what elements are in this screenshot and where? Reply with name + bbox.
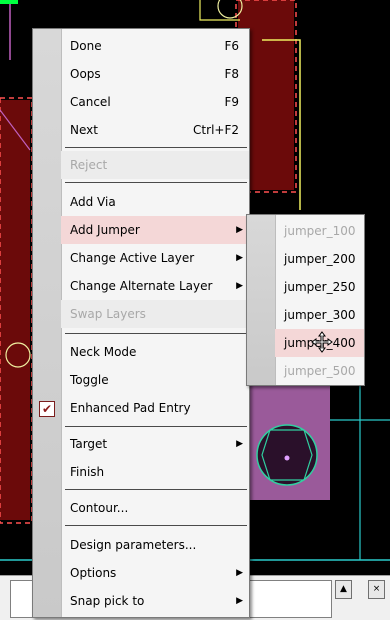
menu-item-done[interactable]: Done F6 <box>61 32 249 60</box>
menu-item-next[interactable]: Next Ctrl+F2 <box>61 116 249 144</box>
menu-item-cancel[interactable]: Cancel F9 <box>61 88 249 116</box>
menu-gutter <box>33 29 62 617</box>
menu-item-label: Add Jumper <box>70 223 140 237</box>
move-cursor-icon <box>311 331 333 353</box>
submenu-arrow-icon: ▶ <box>236 225 243 235</box>
submenu-arrow-icon: ▶ <box>236 568 243 578</box>
menu-item-label: Change Active Layer <box>70 251 195 265</box>
menu-item-finish[interactable]: Finish <box>61 458 249 486</box>
menu-separator <box>65 489 247 490</box>
context-menu: Done F6 Oops F8 Cancel F9 Next Ctrl+F2 R… <box>32 28 250 618</box>
checkmark-icon: ✔ <box>39 401 55 417</box>
submenu-item-label: jumper_250 <box>284 280 356 294</box>
menu-item-change-alternate-layer[interactable]: Change Alternate Layer ▶ <box>61 272 249 300</box>
shortcut-label: F6 <box>224 39 239 53</box>
menu-item-reject: Reject <box>61 151 249 179</box>
menu-item-toggle[interactable]: Toggle <box>61 366 249 394</box>
shortcut-label: F9 <box>224 95 239 109</box>
menu-item-label: Snap pick to <box>70 594 145 608</box>
scroll-up-button[interactable]: ▲ <box>335 580 352 599</box>
submenu-arrow-icon: ▶ <box>236 281 243 291</box>
menu-item-enhanced-pad-entry[interactable]: Enhanced Pad Entry <box>61 394 249 422</box>
up-arrow-icon: ▲ <box>340 584 347 594</box>
menu-item-label: Contour... <box>70 501 129 515</box>
menu-item-label: Target <box>70 437 108 451</box>
submenu-item-label: jumper_500 <box>284 364 356 378</box>
menu-item-label: Toggle <box>70 373 109 387</box>
menu-item-label: Next <box>70 123 98 137</box>
menu-item-add-jumper[interactable]: Add Jumper ▶ <box>61 216 249 244</box>
menu-item-label: Swap Layers <box>70 307 146 321</box>
submenu-item-jumper-200[interactable]: jumper_200 <box>275 245 364 273</box>
menu-item-label: Options <box>70 566 117 580</box>
menu-item-contour[interactable]: Contour... <box>61 494 249 522</box>
menu-separator <box>65 426 247 427</box>
menu-item-label: Oops <box>70 67 101 81</box>
submenu-arrow-icon: ▶ <box>236 253 243 263</box>
menu-separator <box>65 147 247 148</box>
submenu-item-jumper-250[interactable]: jumper_250 <box>275 273 364 301</box>
menu-item-label: Cancel <box>70 95 111 109</box>
menu-item-label: Done <box>70 39 102 53</box>
menu-item-add-via[interactable]: Add Via <box>61 188 249 216</box>
shortcut-label: F8 <box>224 67 239 81</box>
menu-item-options[interactable]: Options ▶ <box>61 559 249 587</box>
submenu-item-label: jumper_100 <box>284 224 356 238</box>
submenu-item-jumper-300[interactable]: jumper_300 <box>275 301 364 329</box>
jumper-submenu: jumper_100 jumper_200 jumper_250 jumper_… <box>246 214 365 386</box>
menu-item-target[interactable]: Target ▶ <box>61 430 249 458</box>
menu-item-label: Enhanced Pad Entry <box>70 401 191 415</box>
menu-item-neck-mode[interactable]: Neck Mode <box>61 338 249 366</box>
menu-item-label: Reject <box>70 158 108 172</box>
menu-item-change-active-layer[interactable]: Change Active Layer ▶ <box>61 244 249 272</box>
submenu-arrow-icon: ▶ <box>236 596 243 606</box>
menu-separator <box>65 333 247 334</box>
submenu-item-label: jumper_200 <box>284 252 356 266</box>
submenu-gutter <box>247 215 276 385</box>
menu-item-design-parameters[interactable]: Design parameters... <box>61 531 249 559</box>
submenu-item-label: jumper_300 <box>284 308 356 322</box>
menu-item-label: Add Via <box>70 195 116 209</box>
menu-item-oops[interactable]: Oops F8 <box>61 60 249 88</box>
menu-item-label: Neck Mode <box>70 345 137 359</box>
submenu-item-jumper-500: jumper_500 <box>275 357 364 385</box>
menu-item-label: Finish <box>70 465 105 479</box>
submenu-arrow-icon: ▶ <box>236 439 243 449</box>
menu-separator <box>65 182 247 183</box>
shortcut-label: Ctrl+F2 <box>193 123 239 137</box>
menu-item-snap-pick-to[interactable]: Snap pick to ▶ <box>61 587 249 615</box>
close-icon: × <box>372 584 381 594</box>
menu-separator <box>65 525 247 526</box>
menu-item-swap-layers: Swap Layers <box>61 300 249 328</box>
menu-item-label: Change Alternate Layer <box>70 279 213 293</box>
submenu-item-jumper-100: jumper_100 <box>275 217 364 245</box>
close-button[interactable]: × <box>368 580 385 599</box>
menu-item-label: Design parameters... <box>70 538 197 552</box>
